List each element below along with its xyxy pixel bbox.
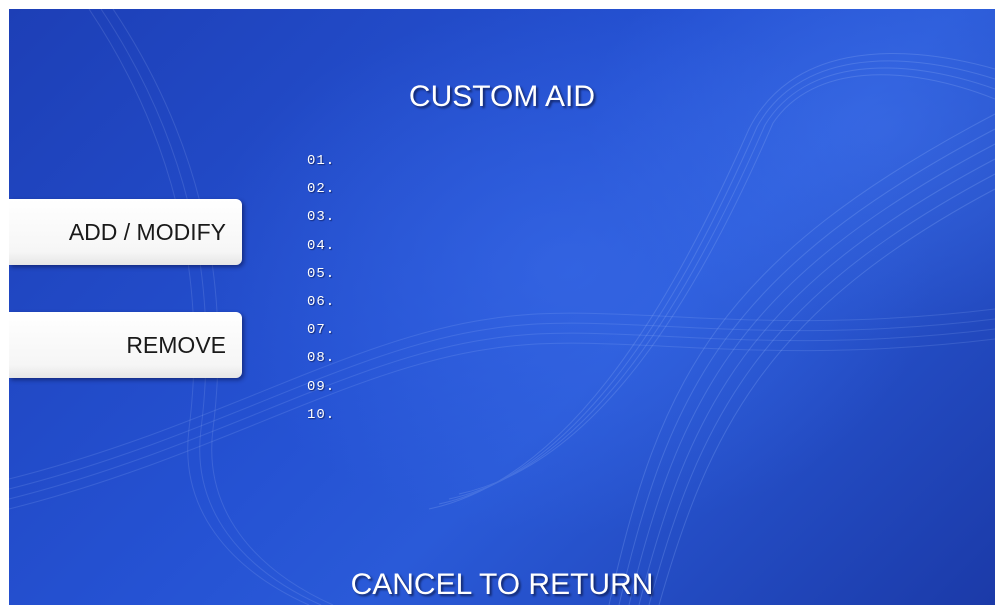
list-item: 01. — [307, 153, 336, 169]
atm-screen: CUSTOM AID ADD / MODIFY REMOVE 01. 02. 0… — [9, 9, 995, 605]
page-title: CUSTOM AID — [408, 80, 596, 113]
cancel-prompt: CANCEL TO RETURN — [350, 568, 654, 601]
add-modify-button[interactable]: ADD / MODIFY — [9, 199, 242, 265]
list-item: 02. — [307, 181, 336, 198]
list-item: 06. — [307, 293, 336, 310]
aid-list: 01. 02. 03. 04. 05. 06. 07. 08. 09. 10. — [307, 147, 335, 429]
list-item: 05. — [307, 265, 336, 282]
list-item: 04. — [307, 237, 336, 254]
remove-button[interactable]: REMOVE — [9, 312, 242, 378]
list-item: 10. — [307, 406, 336, 423]
list-item: 08. — [307, 350, 336, 367]
list-item: 09. — [307, 378, 336, 395]
list-item: 07. — [307, 322, 336, 339]
list-item: 03. — [307, 209, 336, 226]
